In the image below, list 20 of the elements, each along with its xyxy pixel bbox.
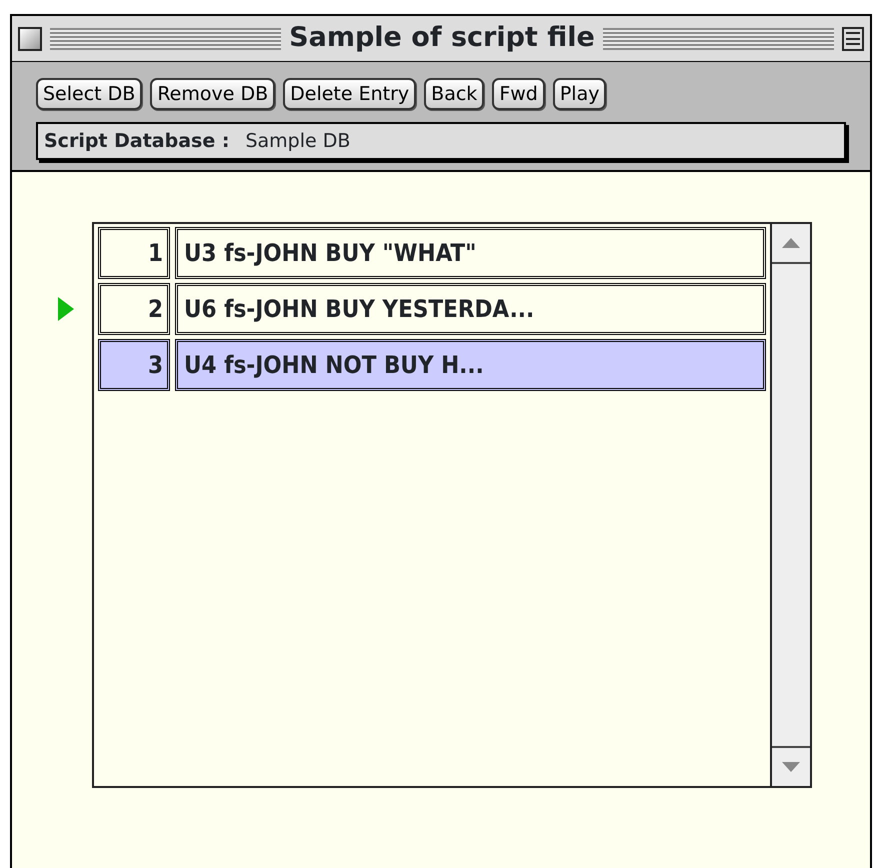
database-name: Sample DB [245, 128, 350, 154]
toolbar-button[interactable]: Select DB [36, 78, 142, 110]
script-entry[interactable]: U3 fs-JOHN BUY "WHAT" [175, 227, 766, 279]
toolbar-button[interactable]: Play [552, 78, 606, 110]
scrollbar[interactable] [770, 224, 810, 786]
database-label: Script Database : [44, 128, 230, 154]
row-number: 2 [98, 283, 170, 335]
window-title: Sample of script file [289, 21, 595, 56]
toolbar-button[interactable]: Remove DB [150, 78, 276, 110]
scroll-down-icon[interactable] [782, 762, 800, 772]
collapse-box[interactable] [842, 26, 864, 50]
toolbar-button[interactable]: Fwd [492, 78, 545, 110]
close-box[interactable] [18, 26, 42, 50]
scroll-up-icon[interactable] [782, 238, 800, 248]
row-number: 1 [98, 227, 170, 279]
script-entry[interactable]: U4 fs-JOHN NOT BUY H... [175, 339, 766, 391]
toolbar-button[interactable]: Back [424, 78, 484, 110]
toolbar-button[interactable]: Delete Entry [283, 78, 416, 110]
row-number: 3 [98, 339, 170, 391]
script-entry[interactable]: U6 fs-JOHN BUY YESTERDA... [175, 283, 766, 335]
